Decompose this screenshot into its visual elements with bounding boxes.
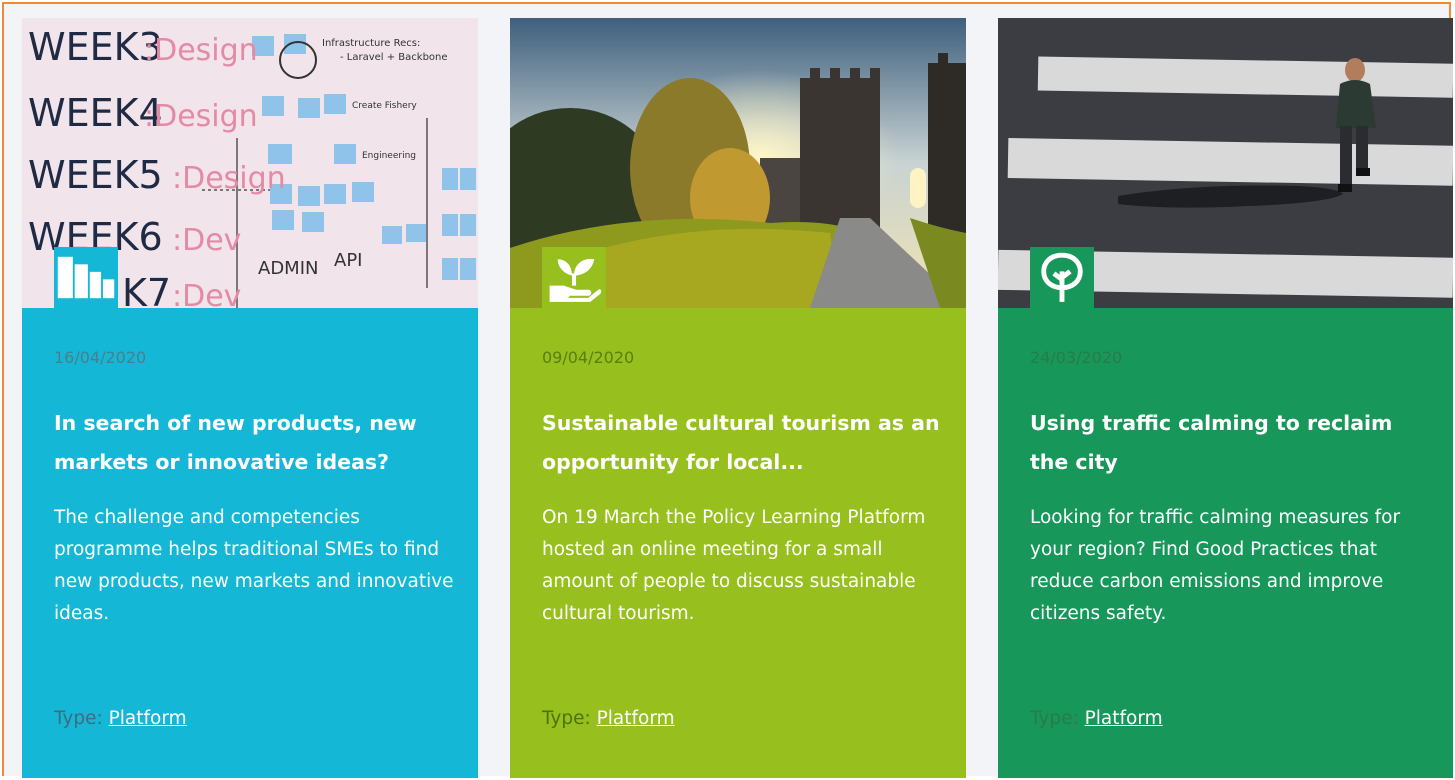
card-description: On 19 March the Policy Learning Platform…: [542, 507, 926, 624]
card-description: The challenge and competencies programme…: [54, 507, 454, 624]
whiteboard-text-week3: WEEK3: [28, 25, 163, 69]
type-platform-link[interactable]: Platform: [1085, 708, 1163, 729]
type-platform-link[interactable]: Platform: [109, 708, 187, 729]
type-platform-link[interactable]: Platform: [597, 708, 675, 729]
card-title[interactable]: In search of new products, new markets o…: [54, 404, 454, 482]
svg-text:- Laravel + Backbone: - Laravel + Backbone: [340, 52, 448, 63]
card-date: 24/03/2020: [1030, 348, 1123, 367]
card-title[interactable]: Using traffic calming to reclaim the cit…: [1030, 404, 1430, 482]
whiteboard-text-week5: WEEK5: [28, 153, 163, 197]
card-date: 16/04/2020: [54, 348, 147, 367]
type-label: Type:: [1030, 708, 1079, 729]
card-body: 24/03/2020 Using traffic calming to recl…: [998, 308, 1453, 778]
type-label: Type:: [54, 708, 103, 729]
card-title[interactable]: Sustainable cultural tourism as an oppor…: [542, 404, 942, 482]
news-card[interactable]: WEEK3 WEEK4 WEEK5 WEEK6 K7 :Design :Desi…: [22, 18, 478, 778]
news-card[interactable]: 24/03/2020 Using traffic calming to recl…: [998, 18, 1453, 778]
castle-path-image[interactable]: [510, 18, 966, 308]
card-body: 16/04/2020 In search of new products, ne…: [22, 308, 478, 778]
svg-text::Design: :Design: [144, 33, 258, 68]
svg-text::Dev: :Dev: [172, 279, 241, 308]
card-type: Type: Platform: [54, 708, 187, 729]
hand-plant-icon: [542, 247, 606, 308]
svg-text::Design: :Design: [172, 161, 286, 196]
news-cards-section: WEEK3 WEEK4 WEEK5 WEEK6 K7 :Design :Desi…: [2, 2, 1453, 778]
whiteboard-text-week4: WEEK4: [28, 91, 163, 135]
card-type: Type: Platform: [1030, 708, 1163, 729]
card-body: 09/04/2020 Sustainable cultural tourism …: [510, 308, 966, 778]
buildings-icon: [54, 247, 118, 308]
tree-icon: [1030, 247, 1094, 308]
crosswalk-image[interactable]: [998, 18, 1453, 308]
svg-text:Engineering: Engineering: [362, 151, 416, 161]
card-date: 09/04/2020: [542, 348, 635, 367]
type-label: Type:: [542, 708, 591, 729]
svg-text:Create Fishery: Create Fishery: [352, 101, 417, 111]
svg-text::Dev: :Dev: [172, 223, 241, 258]
news-card[interactable]: 09/04/2020 Sustainable cultural tourism …: [510, 18, 966, 778]
whiteboard-text-k7: K7: [122, 271, 171, 308]
svg-text::Design: :Design: [144, 99, 258, 134]
card-description: Looking for traffic calming measures for…: [1030, 507, 1401, 624]
card-type: Type: Platform: [542, 708, 675, 729]
svg-text:Infrastructure Recs:: Infrastructure Recs:: [322, 38, 420, 49]
whiteboard-image[interactable]: WEEK3 WEEK4 WEEK5 WEEK6 K7 :Design :Desi…: [22, 18, 478, 308]
svg-text:ADMIN: ADMIN: [258, 258, 318, 279]
svg-text:API: API: [334, 250, 362, 271]
